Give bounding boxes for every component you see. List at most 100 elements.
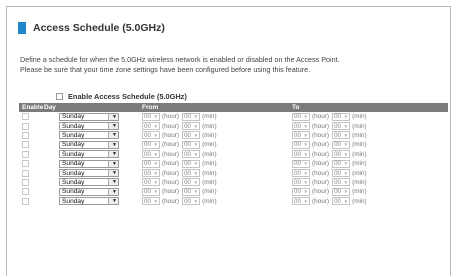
description-line: Define a schedule for when the 5.0GHz wi… xyxy=(20,55,340,64)
day-select-value: Sunday xyxy=(62,141,85,149)
schedule-row: Sunday ▼ 00 ▼ (hour) 00 ▼ (min) 00 ▼ (ho… xyxy=(19,150,448,159)
to-min-select[interactable]: 00 ▼ xyxy=(332,131,351,140)
day-select[interactable]: Sunday ▼ xyxy=(59,122,119,131)
page-description: Define a schedule for when the 5.0GHz wi… xyxy=(20,55,445,75)
day-select[interactable]: Sunday ▼ xyxy=(59,131,119,140)
row-enable-checkbox[interactable] xyxy=(22,178,29,186)
chevron-down-icon: ▼ xyxy=(153,151,158,157)
to-min-value: 00 xyxy=(334,131,341,139)
from-hour-select[interactable]: 00 ▼ xyxy=(142,178,160,187)
to-min-select[interactable]: 00 ▼ xyxy=(332,197,351,206)
row-enable-checkbox[interactable] xyxy=(22,188,29,196)
day-select-value: Sunday xyxy=(62,197,85,205)
from-min-value: 00 xyxy=(184,150,191,158)
day-select[interactable]: Sunday ▼ xyxy=(59,197,119,206)
to-min-select[interactable]: 00 ▼ xyxy=(332,122,351,131)
chevron-down-icon: ▼ xyxy=(153,179,158,185)
row-enable-checkbox[interactable] xyxy=(22,122,29,130)
hour-unit-label: (hour) xyxy=(312,131,330,139)
row-enable-checkbox[interactable] xyxy=(22,113,29,121)
to-hour-select[interactable]: 00 ▼ xyxy=(292,122,310,131)
from-hour-select[interactable]: 00 ▼ xyxy=(142,131,160,140)
schedule-row: Sunday ▼ 00 ▼ (hour) 00 ▼ (min) 00 ▼ (ho… xyxy=(19,178,448,187)
chevron-down-icon: ▼ xyxy=(303,170,308,176)
to-hour-select[interactable]: 00 ▼ xyxy=(292,140,310,149)
to-min-value: 00 xyxy=(334,169,341,177)
chevron-down-icon: ▼ xyxy=(193,189,199,195)
from-min-select[interactable]: 00 ▼ xyxy=(182,112,201,121)
from-min-select[interactable]: 00 ▼ xyxy=(182,169,201,178)
to-min-select[interactable]: 00 ▼ xyxy=(332,140,351,149)
day-select[interactable]: Sunday ▼ xyxy=(59,159,119,168)
from-min-select[interactable]: 00 ▼ xyxy=(182,178,201,187)
from-min-select[interactable]: 00 ▼ xyxy=(182,197,201,206)
day-select[interactable]: Sunday ▼ xyxy=(59,169,119,178)
from-hour-select[interactable]: 00 ▼ xyxy=(142,187,160,196)
to-hour-select[interactable]: 00 ▼ xyxy=(292,197,310,206)
day-select[interactable]: Sunday ▼ xyxy=(59,150,119,159)
to-min-select[interactable]: 00 ▼ xyxy=(332,112,351,121)
day-select[interactable]: Sunday ▼ xyxy=(59,112,119,121)
chevron-down-icon: ▼ xyxy=(193,142,199,148)
row-enable-checkbox[interactable] xyxy=(22,131,29,139)
row-enable-checkbox[interactable] xyxy=(22,197,29,205)
to-hour-select[interactable]: 00 ▼ xyxy=(292,187,310,196)
to-min-select[interactable]: 00 ▼ xyxy=(332,150,351,159)
chevron-down-icon: ▼ xyxy=(153,114,158,120)
from-min-select[interactable]: 00 ▼ xyxy=(182,187,201,196)
from-hour-select[interactable]: 00 ▼ xyxy=(142,112,160,121)
hour-unit-label: (hour) xyxy=(162,188,180,196)
from-hour-value: 00 xyxy=(144,169,151,177)
row-enable-checkbox[interactable] xyxy=(22,150,29,158)
min-unit-label: (min) xyxy=(352,178,367,186)
from-min-select[interactable]: 00 ▼ xyxy=(182,159,201,168)
chevron-down-icon: ▼ xyxy=(153,189,158,195)
to-hour-select[interactable]: 00 ▼ xyxy=(292,159,310,168)
schedule-row: Sunday ▼ 00 ▼ (hour) 00 ▼ (min) 00 ▼ (ho… xyxy=(19,187,448,196)
chevron-down-icon: ▼ xyxy=(193,123,199,129)
from-min-select[interactable]: 00 ▼ xyxy=(182,140,201,149)
row-enable-checkbox[interactable] xyxy=(22,160,29,168)
from-min-select[interactable]: 00 ▼ xyxy=(182,150,201,159)
chevron-down-icon: ▼ xyxy=(108,160,118,167)
from-min-value: 00 xyxy=(184,188,191,196)
row-enable-checkbox[interactable] xyxy=(22,169,29,177)
from-hour-select[interactable]: 00 ▼ xyxy=(142,122,160,131)
to-hour-value: 00 xyxy=(294,131,301,139)
to-min-select[interactable]: 00 ▼ xyxy=(332,178,351,187)
from-hour-select[interactable]: 00 ▼ xyxy=(142,169,160,178)
to-min-select[interactable]: 00 ▼ xyxy=(332,169,351,178)
from-hour-select[interactable]: 00 ▼ xyxy=(142,159,160,168)
from-hour-select[interactable]: 00 ▼ xyxy=(142,150,160,159)
min-unit-label: (min) xyxy=(352,141,367,149)
schedule-table-header: Enable Day From To xyxy=(19,103,448,112)
day-select[interactable]: Sunday ▼ xyxy=(59,140,119,149)
min-unit-label: (min) xyxy=(352,160,367,168)
to-hour-select[interactable]: 00 ▼ xyxy=(292,131,310,140)
to-hour-select[interactable]: 00 ▼ xyxy=(292,150,310,159)
hour-unit-label: (hour) xyxy=(162,113,180,121)
from-hour-select[interactable]: 00 ▼ xyxy=(142,140,160,149)
day-select[interactable]: Sunday ▼ xyxy=(59,178,119,187)
from-hour-select[interactable]: 00 ▼ xyxy=(142,197,160,206)
from-min-select[interactable]: 00 ▼ xyxy=(182,122,201,131)
to-min-select[interactable]: 00 ▼ xyxy=(332,159,351,168)
to-min-select[interactable]: 00 ▼ xyxy=(332,187,351,196)
day-select[interactable]: Sunday ▼ xyxy=(59,187,119,196)
min-unit-label: (min) xyxy=(352,150,367,158)
to-hour-select[interactable]: 00 ▼ xyxy=(292,178,310,187)
to-hour-select[interactable]: 00 ▼ xyxy=(292,112,310,121)
from-min-select[interactable]: 00 ▼ xyxy=(182,131,201,140)
from-min-value: 00 xyxy=(184,197,191,205)
title-marker-icon xyxy=(18,22,26,34)
from-min-value: 00 xyxy=(184,160,191,168)
schedule-row: Sunday ▼ 00 ▼ (hour) 00 ▼ (min) 00 ▼ (ho… xyxy=(19,121,448,131)
hour-unit-label: (hour) xyxy=(312,197,330,205)
chevron-down-icon: ▼ xyxy=(108,170,118,177)
enable-schedule-checkbox[interactable] xyxy=(56,93,63,100)
row-enable-checkbox[interactable] xyxy=(22,141,29,149)
to-hour-select[interactable]: 00 ▼ xyxy=(292,169,310,178)
enable-schedule-option[interactable]: Enable Access Schedule (5.0GHz) xyxy=(56,92,187,101)
min-unit-label: (min) xyxy=(352,122,367,130)
chevron-down-icon: ▼ xyxy=(193,198,199,204)
